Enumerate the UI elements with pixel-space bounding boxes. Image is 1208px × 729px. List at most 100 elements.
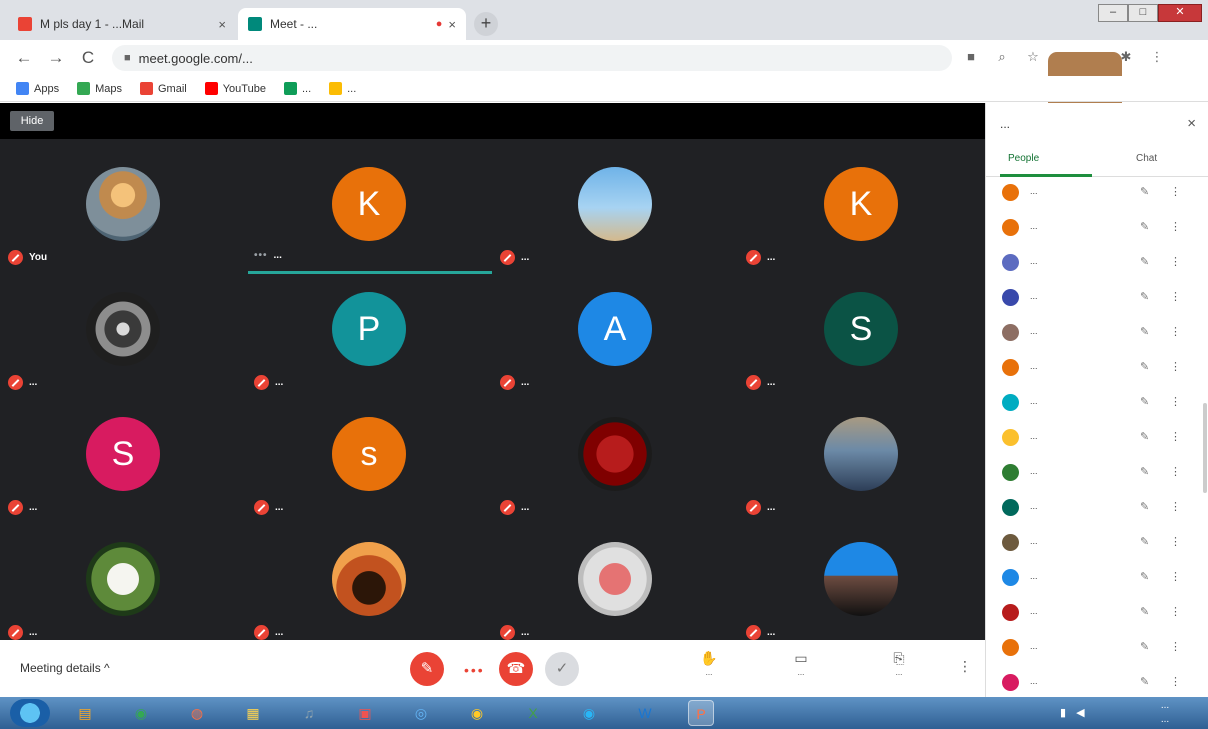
captions-button[interactable]: ▭ ... — [756, 650, 846, 677]
participant-tile[interactable]: ... — [492, 413, 738, 538]
taskbar-app-icon[interactable]: ◉ — [464, 700, 490, 726]
participant-more-icon[interactable]: ⋮ — [1170, 640, 1181, 653]
taskbar-app-icon[interactable]: ▤ — [72, 700, 98, 726]
camera-icon[interactable]: ■ — [962, 48, 980, 66]
mute-participant-icon[interactable]: ✎ — [1140, 675, 1149, 688]
minimize-button[interactable]: – — [1098, 4, 1128, 22]
participant-tile[interactable]: A... — [492, 288, 738, 413]
present-now-button[interactable]: ⎘ ... — [854, 650, 944, 677]
volume-icon[interactable]: ◀ — [1076, 706, 1084, 719]
close-tab-icon[interactable]: × — [448, 17, 456, 32]
participant-tile[interactable]: ... — [492, 163, 738, 288]
browser-tab-meet[interactable]: Meet - ... ● × — [238, 8, 466, 40]
leave-call-button[interactable]: ☎ — [499, 652, 533, 686]
participant-more-icon[interactable]: ⋮ — [1170, 675, 1181, 688]
participant-more-icon[interactable]: ⋮ — [1170, 500, 1181, 513]
mute-participant-icon[interactable]: ✎ — [1140, 500, 1149, 513]
reload-button[interactable]: C — [78, 48, 98, 68]
participant-more-icon[interactable]: ⋮ — [1170, 465, 1181, 478]
participant-row[interactable]: ... ✎ ⋮ — [986, 385, 1208, 420]
bookmark-item[interactable]: ... — [329, 82, 356, 95]
taskbar-app-icon[interactable]: ▦ — [240, 700, 266, 726]
mute-participant-icon[interactable]: ✎ — [1140, 290, 1149, 303]
mute-participant-icon[interactable]: ✎ — [1140, 535, 1149, 548]
participant-row[interactable]: ... ✎ ⋮ — [986, 420, 1208, 455]
panel-scrollbar[interactable] — [1203, 403, 1207, 493]
taskbar-clock[interactable]: ... ... — [1130, 699, 1200, 727]
menu-dots-icon[interactable]: ⋮ — [1148, 48, 1166, 66]
mute-participant-icon[interactable]: ✎ — [1140, 255, 1149, 268]
mute-participant-icon[interactable]: ✎ — [1140, 395, 1149, 408]
more-options-icon[interactable]: ⋮ — [958, 658, 972, 675]
tab-people[interactable]: People — [1008, 153, 1039, 164]
mute-participant-icon[interactable]: ✎ — [1140, 640, 1149, 653]
participant-row[interactable]: ... ✎ ⋮ — [986, 210, 1208, 245]
browser-tab-gmail[interactable]: M pls day 1 - ...Mail × — [8, 8, 236, 40]
back-button[interactable]: ← — [14, 48, 34, 68]
participant-tile[interactable]: You — [0, 163, 246, 288]
participant-tile[interactable]: P... — [246, 288, 492, 413]
participant-row[interactable]: ... ✎ ⋮ — [986, 525, 1208, 560]
participant-row[interactable]: ... ✎ ⋮ — [986, 175, 1208, 210]
participant-more-icon[interactable]: ⋮ — [1170, 535, 1181, 548]
mute-participant-icon[interactable]: ✎ — [1140, 465, 1149, 478]
taskbar-app-icon[interactable]: ◎ — [408, 700, 434, 726]
mute-participant-icon[interactable]: ✎ — [1140, 360, 1149, 373]
participant-more-icon[interactable]: ⋮ — [1170, 220, 1181, 233]
close-panel-icon[interactable]: × — [1187, 115, 1196, 132]
participant-row[interactable]: ... ✎ ⋮ — [986, 630, 1208, 665]
meeting-details-button[interactable]: Meeting details ^ — [20, 661, 110, 675]
network-icon[interactable]: ▮ — [1060, 706, 1066, 719]
participant-more-icon[interactable]: ⋮ — [1170, 185, 1181, 198]
participant-tile[interactable]: S... — [0, 413, 246, 538]
close-tab-icon[interactable]: × — [218, 17, 226, 32]
hide-button[interactable]: Hide — [10, 111, 54, 131]
taskbar-app-icon[interactable]: ◉ — [576, 700, 602, 726]
bookmark-item[interactable]: Apps — [16, 82, 59, 95]
participant-tile[interactable]: S... — [738, 288, 984, 413]
maximize-button[interactable]: □ — [1128, 4, 1158, 22]
zoom-icon[interactable]: ⌕ — [993, 48, 1011, 66]
taskbar-app-icon[interactable]: ◉ — [128, 700, 154, 726]
mute-participant-icon[interactable]: ✎ — [1140, 570, 1149, 583]
raise-hand-button[interactable]: ✋ ... — [664, 650, 754, 677]
bookmark-item[interactable]: YouTube — [204, 82, 266, 95]
tab-chat[interactable]: Chat — [1136, 153, 1157, 164]
mute-participant-icon[interactable]: ✎ — [1140, 220, 1149, 233]
participant-more-icon[interactable]: ⋮ — [1170, 360, 1181, 373]
taskbar-app-icon[interactable]: ♫ — [296, 700, 322, 726]
address-bar[interactable]: ■ meet.google.com/... — [112, 45, 952, 71]
bookmark-item[interactable]: Gmail — [139, 82, 187, 95]
mute-participant-icon[interactable]: ✎ — [1140, 185, 1149, 198]
participant-tile[interactable]: s... — [246, 413, 492, 538]
participant-more-icon[interactable]: ⋮ — [1170, 255, 1181, 268]
new-tab-button[interactable]: + — [474, 12, 498, 36]
taskbar-app-icon[interactable]: ▣ — [352, 700, 378, 726]
bookmark-item[interactable]: Maps — [77, 82, 122, 95]
start-button[interactable] — [10, 699, 50, 727]
participant-more-icon[interactable]: ⋮ — [1170, 570, 1181, 583]
camera-off-button[interactable]: ✓ — [545, 652, 579, 686]
participant-row[interactable]: ... ✎ ⋮ — [986, 560, 1208, 595]
window-close-button[interactable]: ✕ — [1158, 4, 1202, 22]
participant-more-icon[interactable]: ⋮ — [1170, 395, 1181, 408]
participant-tile[interactable]: K •••... — [246, 163, 492, 288]
participant-tile[interactable]: K... — [738, 163, 984, 288]
mute-participant-icon[interactable]: ✎ — [1140, 605, 1149, 618]
participant-row[interactable]: ... ✎ ⋮ — [986, 315, 1208, 350]
forward-button[interactable]: → — [46, 48, 66, 68]
participant-row[interactable]: ... ✎ ⋮ — [986, 245, 1208, 280]
participant-row[interactable]: ... ✎ ⋮ — [986, 280, 1208, 315]
participant-row[interactable]: ... ✎ ⋮ — [986, 665, 1208, 700]
mute-participant-icon[interactable]: ✎ — [1140, 325, 1149, 338]
participant-row[interactable]: ... ✎ ⋮ — [986, 595, 1208, 630]
taskbar-app-icon[interactable]: X — [520, 700, 546, 726]
star-icon[interactable]: ☆ — [1024, 48, 1042, 66]
mute-participant-icon[interactable]: ✎ — [1140, 430, 1149, 443]
mic-off-button[interactable]: ✎ — [410, 652, 444, 686]
participant-more-icon[interactable]: ⋮ — [1170, 430, 1181, 443]
participant-row[interactable]: ... ✎ ⋮ — [986, 350, 1208, 385]
participant-row[interactable]: ... ✎ ⋮ — [986, 455, 1208, 490]
bookmark-item[interactable]: ... — [283, 82, 311, 95]
taskbar-app-icon[interactable]: W — [632, 700, 658, 726]
